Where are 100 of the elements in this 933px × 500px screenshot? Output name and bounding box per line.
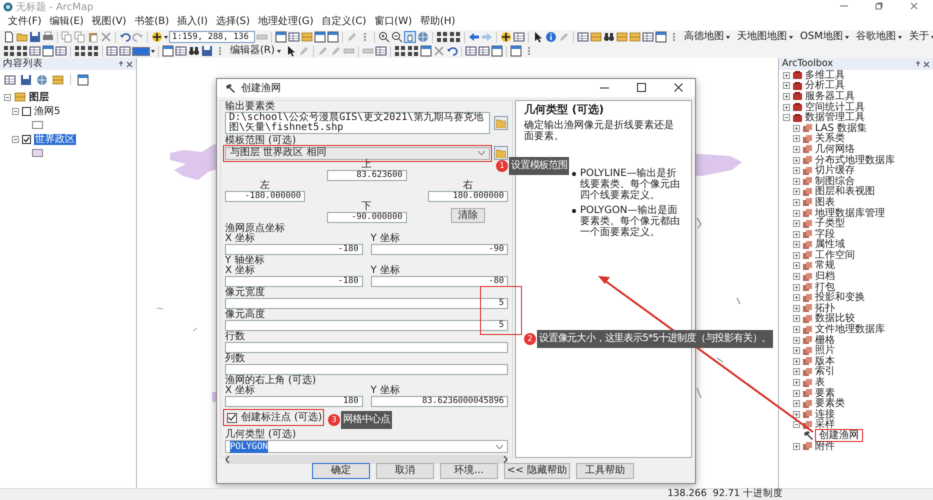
expand-icon[interactable] (793, 146, 800, 153)
toolbox-item[interactable]: 栅格 (815, 334, 835, 346)
input-field[interactable]: -90 (370, 244, 508, 255)
table-icon[interactable] (513, 31, 525, 43)
expand-icon[interactable] (793, 379, 800, 386)
toolbox-item[interactable]: 附件 (815, 440, 835, 452)
window-icon[interactable] (275, 31, 287, 43)
window-icon[interactable] (314, 31, 326, 43)
dropdown-field[interactable]: 与图层 世界政区 相同 (225, 146, 490, 160)
input-field[interactable]: 83.623600 (326, 170, 406, 181)
toolbox-item[interactable]: 要素 (815, 388, 835, 399)
input-field[interactable]: -180 (225, 244, 362, 255)
toolbox-item[interactable]: 多维工具 (805, 70, 845, 81)
toolbox-item[interactable]: 空间统计工具 (805, 102, 865, 113)
input-field[interactable] (225, 364, 508, 375)
window-icon[interactable] (162, 45, 174, 57)
expand-icon[interactable] (793, 210, 800, 217)
color-swatch[interactable] (132, 46, 150, 56)
input-field[interactable]: -80 (370, 276, 508, 287)
globe-icon[interactable] (36, 74, 48, 86)
window-icon[interactable] (655, 31, 667, 43)
expand-icon[interactable] (793, 442, 800, 450)
expand-icon[interactable] (783, 82, 790, 90)
menu-item[interactable]: 选择(S) (212, 15, 254, 29)
toolbox-item[interactable]: 关系类 (815, 133, 845, 144)
dialog-button[interactable]: 工具帮助 (576, 462, 634, 478)
basemap-menu[interactable]: OSM地图 (797, 31, 852, 43)
back-icon[interactable] (468, 31, 480, 43)
window-icon[interactable] (490, 45, 503, 57)
input-field[interactable]: 180 (225, 396, 362, 407)
toolbox-item[interactable]: 投影和变换 (815, 292, 865, 304)
input-field[interactable]: D:\school\公众号漫晨GIS\更文2021\第九期马赛克地图\矢量\fishnet5.shp (225, 112, 490, 134)
layer-group-name[interactable]: 图层 (29, 92, 49, 102)
dialog-button[interactable]: 确定 (312, 462, 370, 478)
input-field[interactable]: -90.000000 (326, 212, 406, 223)
zoom-in-icon[interactable] (378, 31, 390, 43)
expand-icon[interactable] (793, 304, 800, 312)
toolbox-item[interactable]: 连接 (815, 408, 835, 420)
collapse-icon[interactable] (12, 108, 19, 114)
table-icon[interactable] (106, 45, 118, 57)
toolbox-item[interactable]: 表 (815, 377, 825, 388)
expand-icon[interactable] (793, 400, 800, 408)
grid-icon[interactable] (449, 31, 461, 43)
dialog-button[interactable]: << 隐藏帮助 (504, 462, 570, 478)
toolbox-item[interactable]: 数据比较 (815, 313, 855, 324)
window-icon[interactable] (77, 74, 89, 86)
input-field[interactable]: 180.000000 (428, 191, 508, 202)
basemap-menu[interactable]: 高德地图 (681, 31, 733, 43)
collapse-icon[interactable] (783, 114, 790, 122)
window-icon[interactable] (42, 45, 54, 57)
expand-icon[interactable] (793, 178, 800, 185)
dialog-button[interactable]: 取消 (376, 462, 434, 478)
toolbox-item[interactable]: 属性域 (815, 239, 845, 250)
menu-item[interactable]: 地理处理(G) (254, 15, 318, 29)
toolbox-item[interactable]: 图层和表视图 (815, 186, 875, 198)
expand-icon[interactable] (793, 230, 800, 238)
expand-icon[interactable] (793, 294, 800, 302)
input-field[interactable]: 5 (225, 320, 508, 331)
expand-icon[interactable] (783, 104, 790, 111)
grid-icon[interactable] (436, 31, 448, 43)
expand-icon[interactable] (793, 220, 800, 228)
undo-icon[interactable] (446, 45, 458, 57)
tool-item[interactable]: 创建渔网 (816, 430, 862, 441)
grid-icon[interactable] (87, 45, 99, 57)
menu-item[interactable]: 插入(I) (173, 15, 212, 29)
menu-item[interactable]: 视图(V) (88, 15, 130, 29)
table-icon[interactable] (175, 45, 187, 57)
layer-name[interactable]: 世界政区 (34, 134, 76, 144)
add-data-icon[interactable] (151, 31, 163, 43)
toolbox-item[interactable]: LAS 数据集 (815, 122, 868, 134)
basemap-menu[interactable]: 谷歌地图 (852, 31, 905, 43)
checkbox-label[interactable]: 创建标注点 (可选) (241, 412, 322, 422)
info-icon[interactable] (545, 31, 557, 43)
expand-icon[interactable] (793, 284, 800, 291)
toolbox-item[interactable]: 服务器工具 (805, 90, 855, 102)
binoculars-icon[interactable] (188, 45, 200, 57)
toolbox-item[interactable]: 切片缓存 (815, 165, 855, 176)
toolbox-item[interactable]: 照片 (815, 345, 835, 356)
table-icon[interactable] (119, 45, 131, 57)
scale-field[interactable]: 1:159, 288, 136 (169, 31, 255, 43)
input-field[interactable]: 83.6236000045896 (370, 396, 508, 407)
checkbox[interactable] (227, 412, 237, 422)
horizontal-scrollbar[interactable] (225, 455, 508, 464)
grid-icon[interactable] (74, 45, 86, 57)
expand-icon[interactable] (783, 72, 790, 79)
toolbox-item[interactable]: 归档 (815, 271, 835, 282)
expand-icon[interactable] (793, 410, 800, 418)
grid-icon[interactable] (406, 45, 419, 57)
layer-checkbox[interactable] (22, 134, 31, 144)
expand-icon[interactable] (793, 336, 800, 344)
expand-icon[interactable] (793, 252, 800, 259)
basemap-menu[interactable]: 天地图地图 (734, 31, 796, 43)
pin-close-icon[interactable] (916, 60, 930, 68)
collapse-icon[interactable] (4, 94, 11, 100)
input-field[interactable]: -180.000000 (225, 191, 305, 202)
toolbox-item[interactable]: 版本 (815, 356, 835, 367)
table-icon[interactable] (577, 31, 589, 43)
menu-item[interactable]: 自定义(C) (318, 15, 370, 29)
expand-icon[interactable] (793, 124, 800, 132)
add-data-icon[interactable] (500, 31, 512, 43)
